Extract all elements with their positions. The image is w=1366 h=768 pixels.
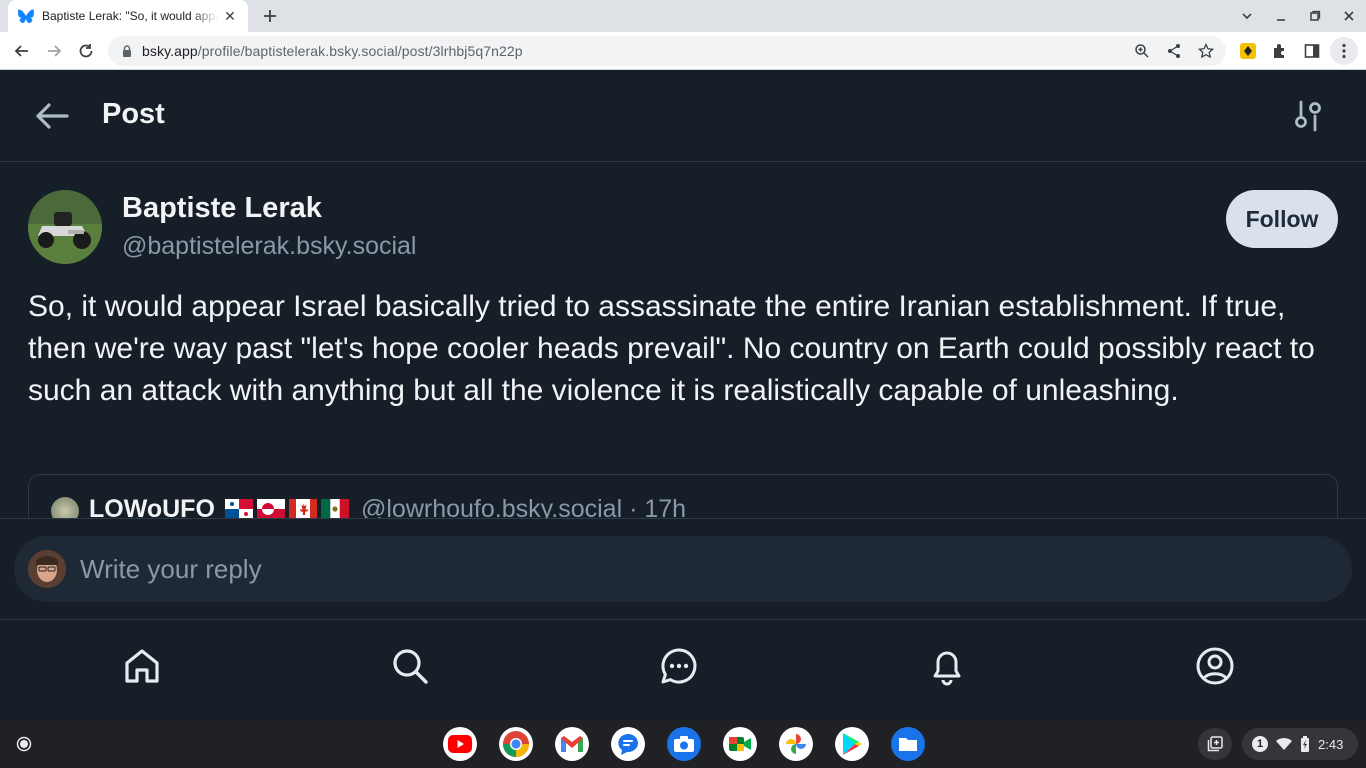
bell-icon xyxy=(933,651,961,686)
quote-author-handle-and-time: @lowrhoufo.bsky.social · 17h xyxy=(361,495,687,518)
bluesky-butterfly-icon xyxy=(18,9,34,24)
nav-chat[interactable] xyxy=(657,644,701,688)
messages-app-icon[interactable] xyxy=(611,727,645,761)
holding-space-button[interactable] xyxy=(1198,728,1232,760)
follow-button[interactable]: Follow xyxy=(1226,190,1338,248)
browser-tab[interactable]: Baptiste Lerak: "So, it would appear Isr… xyxy=(8,0,248,32)
clock: 2:43 xyxy=(1318,736,1344,752)
quote-author-avatar xyxy=(51,497,79,518)
camera-app-icon[interactable] xyxy=(667,727,701,761)
thread-settings-button[interactable] xyxy=(1290,98,1326,134)
post-text: So, it would appear Israel basically tri… xyxy=(28,290,1315,407)
pinned-apps xyxy=(443,727,925,761)
new-tab-button[interactable] xyxy=(258,4,282,28)
browser-toolbar: bsky.app/profile/baptistelerak.bsky.soci… xyxy=(0,32,1366,70)
panama-flag-icon xyxy=(225,499,253,518)
restore-icon[interactable] xyxy=(1298,0,1332,32)
quote-author-flags xyxy=(225,499,349,518)
meet-app-icon[interactable] xyxy=(723,727,757,761)
forward-icon xyxy=(48,45,62,57)
search-icon xyxy=(393,649,428,684)
browser-tabbar: Baptiste Lerak: "So, it would appear Isr… xyxy=(0,0,1366,32)
window-controls xyxy=(1230,0,1366,32)
post-thread-item: Baptiste Lerak @baptistelerak.bsky.socia… xyxy=(0,162,1366,518)
launcher-button[interactable] xyxy=(8,728,40,760)
extensions-puzzle-icon[interactable] xyxy=(1266,37,1294,65)
reply-placeholder: Write your reply xyxy=(80,554,262,584)
lawn-mower-avatar-image xyxy=(28,190,102,264)
reply-bar: Write your reply xyxy=(0,518,1366,620)
play-store-app-icon[interactable] xyxy=(835,727,869,761)
holding-space-icon xyxy=(1207,736,1223,752)
profile-icon xyxy=(1196,647,1234,685)
post-header: Post xyxy=(0,70,1366,162)
chat-icon xyxy=(661,648,697,684)
extension-badge-icon[interactable] xyxy=(1234,37,1262,65)
bookmark-star-icon[interactable] xyxy=(1194,39,1218,63)
tab-title: Baptiste Lerak: "So, it would appear Isr… xyxy=(42,9,218,23)
my-avatar xyxy=(28,550,66,588)
browser-menu-icon[interactable] xyxy=(1330,37,1358,65)
canada-flag-icon xyxy=(289,499,317,518)
nav-notifications[interactable] xyxy=(925,644,969,688)
quote-author-name: LOWoUFO xyxy=(89,495,215,518)
nav-search[interactable] xyxy=(388,644,432,688)
mexico-flag-icon xyxy=(321,499,349,518)
url-path: /profile/baptistelerak.bsky.social/post/… xyxy=(197,43,523,59)
youtube-app-icon[interactable] xyxy=(443,727,477,761)
bottom-navigation xyxy=(0,620,1366,720)
address-bar[interactable]: bsky.app/profile/baptistelerak.bsky.soci… xyxy=(108,36,1226,66)
close-window-icon[interactable] xyxy=(1332,0,1366,32)
back-button[interactable] xyxy=(32,98,72,134)
os-shelf: 1 2:43 xyxy=(0,720,1366,768)
url-domain: bsky.app xyxy=(142,43,198,59)
quoted-post[interactable]: LOWoUFO @lowrhoufo.bsky.social · 17h xyxy=(28,474,1338,518)
lock-icon xyxy=(123,45,131,57)
nav-profile[interactable] xyxy=(1193,644,1237,688)
author-handle[interactable]: @baptistelerak.bsky.social xyxy=(122,232,416,261)
greenland-flag-icon xyxy=(257,499,285,518)
author-avatar[interactable] xyxy=(28,190,102,264)
home-icon xyxy=(125,649,159,683)
tab-close-icon[interactable]: ✕ xyxy=(222,8,238,24)
photos-app-icon[interactable] xyxy=(779,727,813,761)
tab-search-icon[interactable] xyxy=(1230,0,1264,32)
battery-icon xyxy=(1301,736,1309,752)
notification-count: 1 xyxy=(1252,736,1268,752)
nav-home[interactable] xyxy=(120,644,164,688)
reload-button[interactable] xyxy=(72,37,100,65)
wifi-icon xyxy=(1276,737,1292,750)
minimize-icon[interactable] xyxy=(1264,0,1298,32)
share-icon[interactable] xyxy=(1162,39,1186,63)
chrome-app-icon[interactable] xyxy=(499,727,533,761)
back-nav-button[interactable] xyxy=(8,37,36,65)
url-text: bsky.app/profile/baptistelerak.bsky.soci… xyxy=(142,43,523,59)
reload-icon xyxy=(79,44,93,58)
author-name[interactable]: Baptiste Lerak xyxy=(122,192,322,225)
sliders-icon xyxy=(1295,100,1321,132)
reply-input[interactable]: Write your reply xyxy=(14,536,1352,602)
page-title: Post xyxy=(102,98,165,130)
arrow-left-icon xyxy=(36,103,69,129)
zoom-icon[interactable] xyxy=(1130,39,1154,63)
gmail-app-icon[interactable] xyxy=(555,727,589,761)
launcher-icon xyxy=(16,736,32,752)
back-icon xyxy=(14,45,28,57)
plus-icon xyxy=(264,10,276,22)
side-panel-icon[interactable] xyxy=(1298,37,1326,65)
files-app-icon[interactable] xyxy=(891,727,925,761)
forward-nav-button[interactable] xyxy=(40,37,68,65)
status-tray[interactable]: 1 2:43 xyxy=(1242,728,1358,760)
